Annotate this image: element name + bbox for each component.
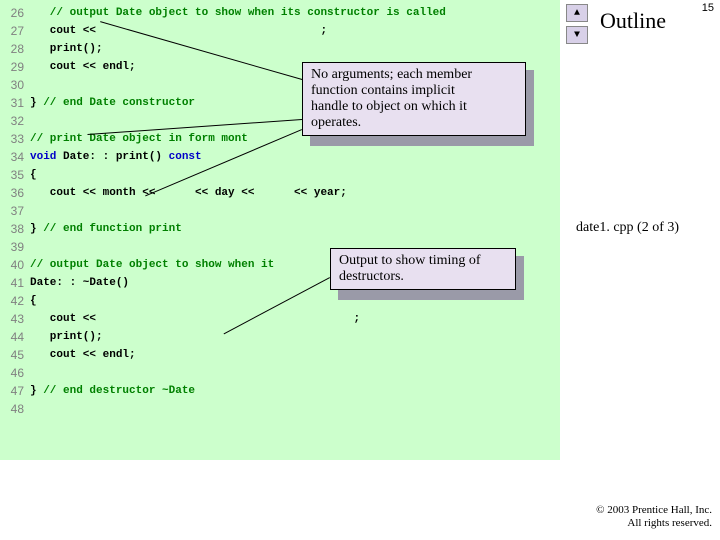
callout-no-arguments: No arguments; each member function conta…: [302, 62, 526, 136]
code-comment: // end destructor ~Date: [43, 382, 195, 400]
callout-text: No arguments; each member: [311, 67, 517, 83]
line-number: 37: [0, 202, 30, 220]
code-text: }: [30, 220, 43, 238]
callout-text: destructors.: [339, 269, 507, 285]
line-number: 27: [0, 22, 30, 40]
line-number: 32: [0, 112, 30, 130]
callout-text: Output to show timing of: [339, 253, 507, 269]
line-number: 46: [0, 364, 30, 382]
line-number: 42: [0, 292, 30, 310]
line-number: 35: [0, 166, 30, 184]
line-number: 47: [0, 382, 30, 400]
code-text: {: [30, 292, 37, 310]
code-text: print();: [30, 328, 103, 346]
line-number: 41: [0, 274, 30, 292]
line-number: 43: [0, 310, 30, 328]
code-text: cout <<: [30, 22, 103, 40]
outline-heading: Outline: [600, 8, 666, 34]
file-label: date1. cpp (2 of 3): [576, 220, 679, 236]
code-comment: // output Date object to show when its c…: [30, 4, 446, 22]
callout-text: handle to object on which it: [311, 99, 517, 115]
copyright-line: All rights reserved.: [596, 517, 712, 530]
nav-next-button[interactable]: ▼: [566, 26, 588, 44]
code-keyword: void: [30, 148, 56, 166]
callout-text: operates.: [311, 115, 517, 131]
line-number: 30: [0, 76, 30, 94]
copyright: © 2003 Prentice Hall, Inc. All rights re…: [596, 504, 712, 530]
code-text: print();: [30, 40, 103, 58]
right-column: ▲ ▼ Outline 15 date1. cpp (2 of 3): [560, 0, 720, 540]
code-text: Date: : print(): [56, 148, 168, 166]
line-number: 29: [0, 58, 30, 76]
callout-text: function contains implicit: [311, 83, 517, 99]
code-keyword: const: [169, 148, 202, 166]
code-comment: // end function print: [43, 220, 182, 238]
code-text: cout << month << << day << << year;: [30, 184, 347, 202]
callout-destructor-output: Output to show timing of destructors.: [330, 248, 516, 290]
code-text: {: [30, 166, 37, 184]
line-number: 38: [0, 220, 30, 238]
slide-number: 15: [702, 2, 714, 14]
line-number: 34: [0, 148, 30, 166]
arrow-down-icon: ▼: [574, 30, 580, 41]
code-comment: // output Date object to show when it: [30, 256, 274, 274]
copyright-line: © 2003 Prentice Hall, Inc.: [596, 504, 712, 517]
line-number: 28: [0, 40, 30, 58]
line-number: 39: [0, 238, 30, 256]
code-text: Date: : ~Date(): [30, 274, 129, 292]
code-text: cout << endl;: [30, 58, 136, 76]
code-comment: // end Date constructor: [43, 94, 195, 112]
line-number: 44: [0, 328, 30, 346]
code-comment: // print Date object in form mont: [30, 130, 248, 148]
line-number: 40: [0, 256, 30, 274]
line-number: 26: [0, 4, 30, 22]
line-number: 31: [0, 94, 30, 112]
code-text: cout << ;: [30, 310, 360, 328]
line-number: 33: [0, 130, 30, 148]
nav-prev-button[interactable]: ▲: [566, 4, 588, 22]
line-number: 48: [0, 400, 30, 418]
code-text: cout << endl;: [30, 346, 136, 364]
code-text: }: [30, 382, 43, 400]
line-number: 36: [0, 184, 30, 202]
arrow-up-icon: ▲: [574, 8, 580, 19]
line-number: 45: [0, 346, 30, 364]
code-text: }: [30, 94, 43, 112]
